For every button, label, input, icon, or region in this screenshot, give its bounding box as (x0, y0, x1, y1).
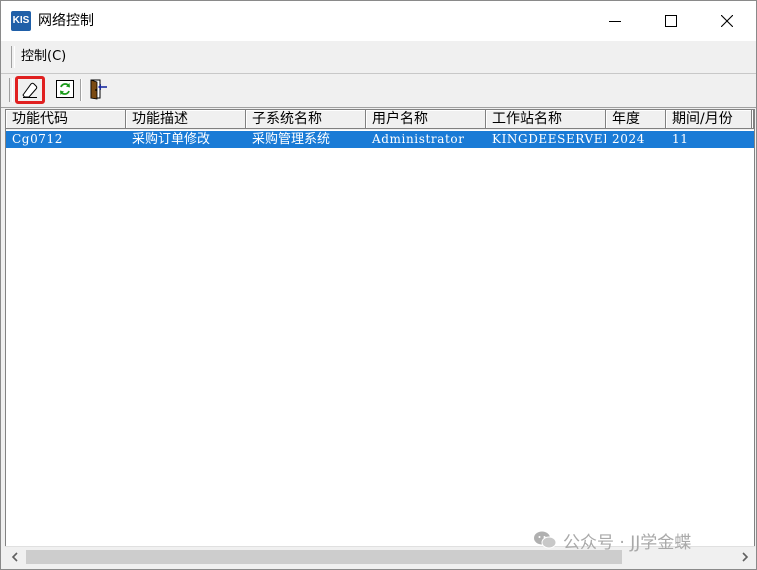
close-button[interactable] (699, 1, 755, 41)
toolbar (1, 74, 756, 108)
exit-button[interactable] (87, 77, 111, 101)
minimize-icon (609, 21, 621, 22)
column-header-workstation[interactable]: 工作站名称 (486, 110, 606, 129)
session-list[interactable]: 功能代码 功能描述 子系统名称 用户名称 工作站名称 年度 期间/月份 Cg07… (5, 109, 755, 547)
column-header-user[interactable]: 用户名称 (366, 110, 486, 129)
close-icon (721, 15, 733, 27)
cell-user: Administrator (372, 132, 465, 146)
minimize-button[interactable] (587, 1, 643, 41)
refresh-icon (56, 80, 74, 98)
chevron-right-icon (742, 552, 749, 562)
table-row[interactable]: Cg0712 采购订单修改 采购管理系统 Administrator KINGD… (6, 131, 754, 148)
network-control-window: KIS 网络控制 控制(C) 功能代码 功能描述 子系统名称 用户名称 工作站名… (0, 0, 757, 570)
menu-bar: 控制(C) (1, 41, 756, 74)
clear-button[interactable] (15, 76, 45, 104)
cell-function-code: Cg0712 (12, 132, 64, 146)
menu-item-control[interactable]: 控制(C) (21, 48, 66, 66)
exit-door-icon (90, 79, 107, 100)
watermark: 公众号 · JJ学金蝶 (533, 529, 692, 553)
kis-app-icon: KIS (11, 11, 31, 31)
column-header-period[interactable]: 期间/月份 (666, 110, 752, 129)
column-header-year[interactable]: 年度 (606, 110, 666, 129)
cell-year: 2024 (612, 132, 645, 146)
chevron-left-icon (11, 552, 18, 562)
eraser-icon (22, 82, 38, 98)
wechat-icon (534, 531, 557, 549)
watermark-text: 公众号 · JJ学金蝶 (563, 532, 692, 553)
column-header-subsystem[interactable]: 子系统名称 (246, 110, 366, 129)
menu-grip[interactable] (11, 46, 15, 68)
column-header-function-desc[interactable]: 功能描述 (126, 110, 246, 129)
toolbar-grip[interactable] (9, 78, 13, 102)
maximize-button[interactable] (643, 1, 699, 41)
scroll-thumb[interactable] (26, 550, 622, 564)
scroll-left-button[interactable] (5, 547, 25, 567)
window-title: 网络控制 (38, 13, 94, 29)
column-header-filler (752, 110, 754, 129)
column-header-function-code[interactable]: 功能代码 (6, 110, 126, 129)
toolbar-separator (80, 79, 82, 101)
title-bar[interactable]: KIS 网络控制 (1, 1, 756, 41)
cell-period: 11 (672, 132, 689, 146)
cell-subsystem: 采购管理系统 (252, 132, 331, 147)
list-header: 功能代码 功能描述 子系统名称 用户名称 工作站名称 年度 期间/月份 (6, 110, 754, 130)
cell-function-desc: 采购订单修改 (132, 132, 211, 147)
maximize-icon (665, 15, 677, 27)
cell-workstation: KINGDEESERVER (492, 132, 606, 146)
scroll-right-button[interactable] (735, 547, 755, 567)
refresh-button[interactable] (53, 77, 77, 101)
